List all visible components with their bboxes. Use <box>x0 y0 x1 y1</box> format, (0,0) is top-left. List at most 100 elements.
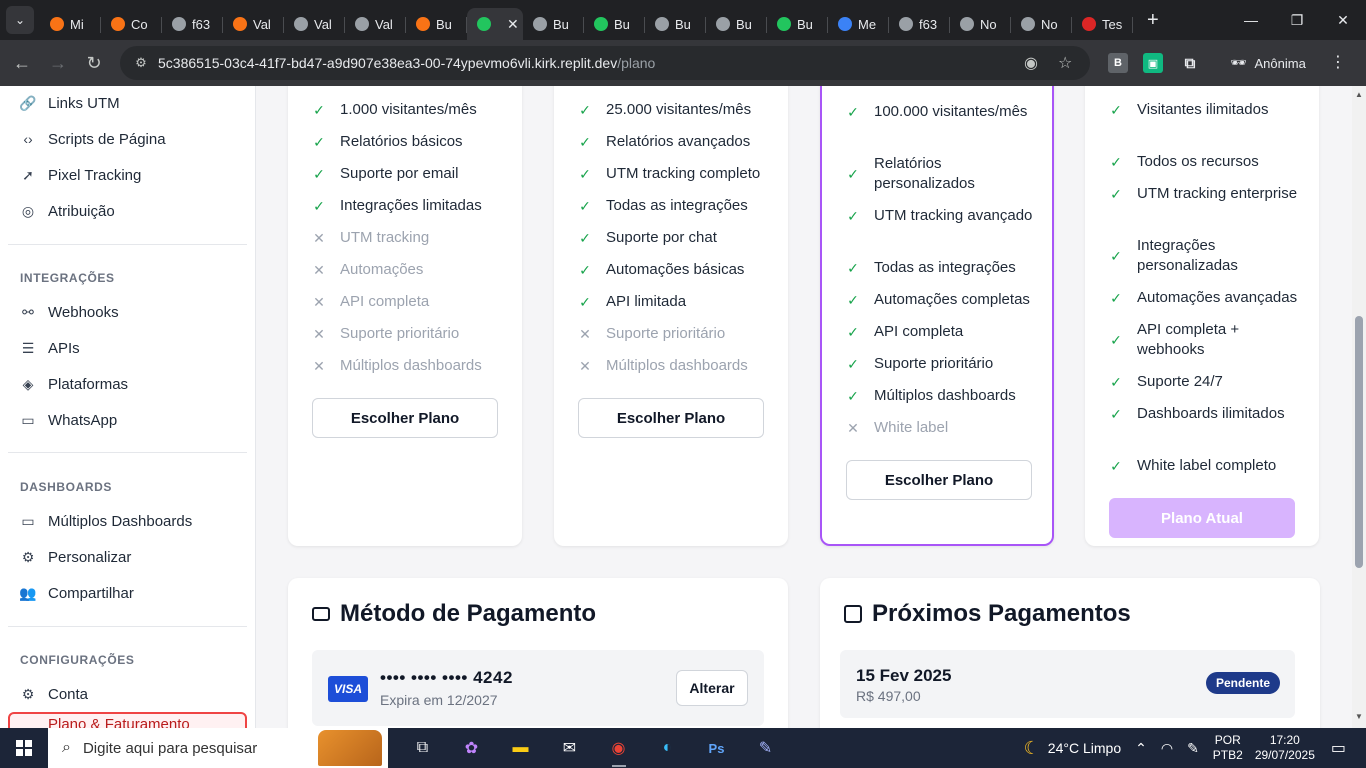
choose-plan-button[interactable]: Escolher Plano <box>312 398 498 438</box>
extensions-puzzle-icon[interactable]: ⧉ <box>1180 53 1200 73</box>
change-card-button[interactable]: Alterar <box>676 670 748 706</box>
tab-title: Val <box>314 16 332 32</box>
sidebar-item-m-ltiplos-dashboards[interactable]: ▭ Múltiplos Dashboards <box>20 509 192 533</box>
tab-search-button[interactable]: ⌄ <box>6 6 34 34</box>
sidebar-item-scripts-de-p-gina[interactable]: ‹› Scripts de Página <box>20 127 165 151</box>
address-bar[interactable]: ⚙ 5c386515-03c4-41f7-bd47-a9d907e38ea3-0… <box>120 46 1090 80</box>
extension-b-icon[interactable]: B <box>1108 53 1128 73</box>
upcoming-payments-title: Próximos Pagamentos <box>844 600 1131 628</box>
clock[interactable]: 17:20 29/07/2025 <box>1255 733 1315 763</box>
tab-favicon-icon <box>899 17 913 31</box>
search-highlight-image <box>318 730 382 766</box>
browser-tab[interactable]: Tes <box>1072 8 1133 40</box>
tab-favicon-icon <box>960 17 974 31</box>
site-info-icon[interactable]: ⚙ <box>126 55 156 71</box>
photoshop-icon[interactable]: Ps <box>692 728 741 768</box>
sidebar-item-webhooks[interactable]: ⚯ Webhooks <box>20 300 118 324</box>
browser-tab[interactable]: Val <box>223 8 284 40</box>
browser-tab[interactable]: Val <box>345 8 406 40</box>
browser-tab[interactable]: No <box>1011 8 1072 40</box>
paint-icon[interactable]: ✎ <box>741 728 790 768</box>
start-button[interactable] <box>0 728 48 768</box>
choose-plan-button[interactable]: Escolher Plano <box>846 460 1032 500</box>
browser-tab[interactable]: f63 <box>162 8 223 40</box>
sidebar-item-plataformas[interactable]: ◈ Plataformas <box>20 372 128 396</box>
scroll-up-arrow[interactable]: ▲ <box>1355 90 1363 99</box>
chrome-icon[interactable]: ◉ <box>594 728 643 768</box>
pen-icon[interactable]: ✎ <box>1187 740 1199 757</box>
tab-list: Mi Co f63 Val Val Val Bu ✕ Bu Bu Bu Bu Bu Me f63 No No Te… <box>40 0 1133 40</box>
network-icon[interactable]: ◠ <box>1161 740 1173 757</box>
page-scrollbar[interactable]: ▲ ▼ <box>1352 86 1366 728</box>
weather-text[interactable]: 24°C Limpo <box>1048 740 1121 756</box>
tab-close-icon[interactable]: ✕ <box>507 16 519 33</box>
plan-feature: ✓ Suporte por chat <box>578 228 778 248</box>
chevron-up-icon[interactable]: ⌃ <box>1135 740 1147 757</box>
browser-tab[interactable]: Val <box>284 8 345 40</box>
sidebar-item-plano-faturamento[interactable]: Plano & Faturamento <box>8 712 247 728</box>
browser-tab[interactable]: No <box>950 8 1011 40</box>
notifications-icon[interactable]: ▭ <box>1331 738 1346 758</box>
eye-off-icon[interactable]: ◉ <box>1024 53 1038 73</box>
new-tab-button[interactable]: + <box>1147 9 1159 32</box>
sidebar-divider <box>8 626 247 627</box>
browser-tab[interactable]: Me <box>828 8 889 40</box>
language-indicator[interactable]: POR PTB2 <box>1213 733 1243 763</box>
sidebar-item-whatsapp[interactable]: ▭ WhatsApp <box>20 408 117 432</box>
maximize-button[interactable]: ❐ <box>1274 0 1320 40</box>
tab-favicon-icon <box>294 17 308 31</box>
url-text[interactable]: 5c386515-03c4-41f7-bd47-a9d907e38ea3-00-… <box>158 55 655 71</box>
sidebar-item-personalizar[interactable]: ⚙ Personalizar <box>20 545 132 569</box>
close-window-button[interactable]: ✕ <box>1320 0 1366 40</box>
choose-plan-button[interactable]: Escolher Plano <box>578 398 764 438</box>
scroll-down-arrow[interactable]: ▼ <box>1355 712 1363 721</box>
x-icon: ✕ <box>579 326 591 342</box>
browser-tab[interactable]: Bu <box>767 8 828 40</box>
main-content: ✓ 1.000 visitantes/mês ✓ Relatórios básicos… <box>256 86 1352 728</box>
incognito-label: Anônima <box>1254 55 1306 71</box>
browser-tab[interactable]: ✕ <box>467 8 523 40</box>
minimize-button[interactable]: — <box>1228 0 1274 40</box>
settings-icon: ⚙ <box>21 548 35 565</box>
upcoming-payments-title-text: Próximos Pagamentos <box>872 600 1131 627</box>
browser-tab[interactable]: Bu <box>584 8 645 40</box>
extension-green-icon[interactable]: ▣ <box>1143 53 1163 73</box>
plan-feature: ✕ Múltiplos dashboards <box>312 356 512 376</box>
plan-feature-text: Visitantes ilimitados <box>1137 101 1269 118</box>
incognito-indicator[interactable]: 🕶 Anônima <box>1230 48 1306 78</box>
edge-icon[interactable]: ◐ <box>643 728 692 768</box>
sidebar-item-conta[interactable]: ⚙ Conta <box>20 682 88 706</box>
credit-card-icon <box>312 607 330 621</box>
sidebar-divider <box>8 452 247 453</box>
browser-tab[interactable]: Bu <box>645 8 706 40</box>
scroll-thumb[interactable] <box>1355 316 1363 568</box>
file-explorer-icon[interactable]: ▬ <box>496 728 545 768</box>
browser-tab[interactable]: Bu <box>706 8 767 40</box>
sidebar-item-label: Compartilhar <box>48 584 134 602</box>
section-title-integrations: INTEGRAÇÕES <box>20 271 115 285</box>
browser-tab[interactable]: Mi <box>40 8 101 40</box>
sidebar-item-apis[interactable]: ☰ APIs <box>20 336 80 360</box>
browser-tab[interactable]: f63 <box>889 8 950 40</box>
browser-menu-icon[interactable]: ⋮ <box>1330 52 1346 72</box>
current-plan-button[interactable]: Plano Atual <box>1109 498 1295 538</box>
sidebar-item-links-utm[interactable]: 🔗 Links UTM <box>19 91 119 115</box>
plan-feature: ✓ 25.000 visitantes/mês <box>578 100 778 120</box>
browser-tab[interactable]: Bu <box>406 8 467 40</box>
sidebar-item-pixel-tracking[interactable]: ➚ Pixel Tracking <box>20 163 141 187</box>
mail-icon[interactable]: ✉ <box>545 728 594 768</box>
browser-tab[interactable]: Co <box>101 8 162 40</box>
reload-button[interactable]: ↻ <box>76 45 112 81</box>
taskbar-search[interactable]: ⌕ Digite aqui para pesquisar <box>48 728 388 768</box>
sidebar-item-compartilhar[interactable]: 👥 Compartilhar <box>19 581 134 605</box>
browser-tab[interactable]: Bu <box>523 8 584 40</box>
tab-favicon-icon <box>777 17 791 31</box>
weather-icon[interactable]: ☾ <box>1024 738 1040 759</box>
bookmark-star-icon[interactable]: ☆ <box>1058 53 1072 73</box>
x-icon: ✕ <box>579 358 591 374</box>
task-view-icon[interactable]: ⧉ <box>398 728 447 768</box>
sidebar-item-atribui-o[interactable]: ◎ Atribuição <box>20 199 115 223</box>
back-button[interactable]: ← <box>4 45 40 81</box>
copilot-icon[interactable]: ✿ <box>447 728 496 768</box>
forward-button[interactable]: → <box>40 45 76 81</box>
